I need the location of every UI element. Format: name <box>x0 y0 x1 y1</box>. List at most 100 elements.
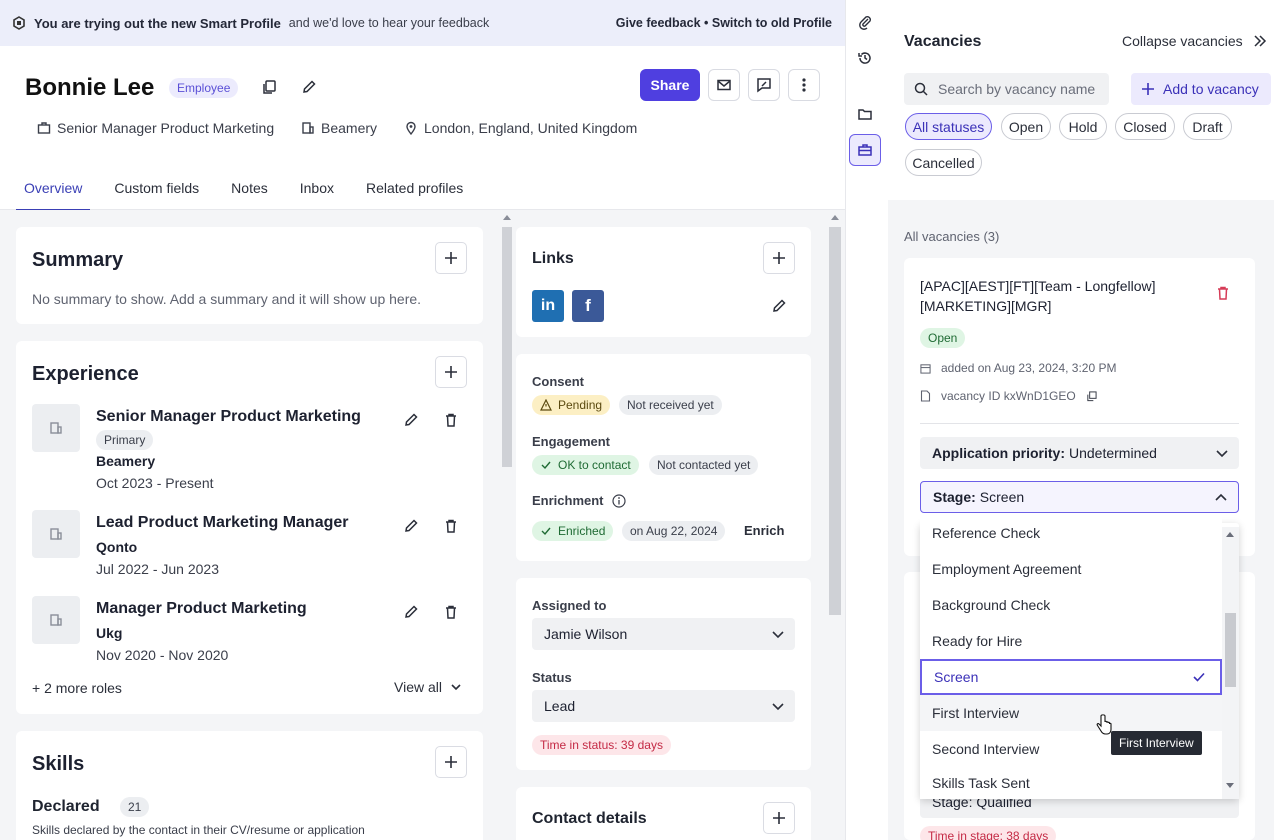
more-options-button[interactable] <box>788 69 820 101</box>
profile-name: Bonnie Lee <box>25 74 155 101</box>
enrichment-status: Enriched <box>558 524 606 538</box>
delete-experience-button[interactable] <box>435 404 467 436</box>
assigned-to-select[interactable]: Jamie Wilson <box>532 618 795 650</box>
status-filter-all[interactable]: All statuses <box>905 113 992 140</box>
calendar-icon <box>920 363 931 374</box>
left-column-scrollbar[interactable] <box>502 227 512 467</box>
pencil-icon <box>771 298 787 314</box>
location-meta: London, England, United Kingdom <box>404 120 637 136</box>
dropdown-scrollbar-thumb[interactable] <box>1225 613 1236 687</box>
edit-experience-button[interactable] <box>395 596 427 628</box>
attachments-button[interactable] <box>849 6 881 38</box>
view-all-button[interactable]: View all <box>394 679 462 695</box>
facebook-icon[interactable]: f <box>572 290 604 322</box>
folders-button[interactable] <box>849 98 881 130</box>
status-filter-cancelled[interactable]: Cancelled <box>905 149 982 176</box>
tab-overview[interactable]: Overview <box>8 170 98 211</box>
stage-option-first-interview[interactable]: First Interview <box>920 695 1222 731</box>
copy-icon[interactable] <box>1086 390 1097 402</box>
company-logo-placeholder <box>32 404 80 452</box>
tab-related-profiles[interactable]: Related profiles <box>350 170 479 210</box>
scroll-up-icon[interactable] <box>1226 531 1234 537</box>
stage-option-ready-for-hire[interactable]: Ready for Hire <box>920 623 1222 659</box>
scroll-up-icon[interactable] <box>503 214 511 220</box>
linkedin-icon[interactable]: in <box>532 290 564 322</box>
assigned-to-label: Assigned to <box>532 598 607 613</box>
consent-sub: Not received yet <box>619 395 722 415</box>
add-to-vacancy-button[interactable]: Add to vacancy <box>1131 73 1271 105</box>
tab-inbox[interactable]: Inbox <box>284 170 350 210</box>
status-label: Status <box>532 670 572 685</box>
vacancies-button[interactable] <box>849 134 881 166</box>
beamery-logo-icon <box>12 16 26 30</box>
share-button[interactable]: Share <box>640 69 700 101</box>
status-filter-hold[interactable]: Hold <box>1059 113 1107 140</box>
remove-vacancy-button[interactable] <box>1207 277 1239 309</box>
experience-company-2: Qonto <box>96 539 138 555</box>
double-chevron-right-icon <box>1253 34 1267 48</box>
scroll-down-icon[interactable] <box>1226 783 1234 789</box>
scroll-up-icon[interactable] <box>831 214 839 220</box>
job-title-meta: Senior Manager Product Marketing <box>37 120 274 136</box>
pencil-icon <box>403 604 419 620</box>
stage-option-skills-task-sent[interactable]: Skills Task Sent <box>920 767 1222 799</box>
copy-button[interactable] <box>253 71 285 103</box>
more-roles-link[interactable]: + 2 more roles <box>32 680 122 696</box>
consent-card: Consent Pending Not received yet Engagem… <box>516 354 811 561</box>
edit-profile-button[interactable] <box>293 71 325 103</box>
company-logo-placeholder <box>32 596 80 644</box>
add-contact-button[interactable] <box>763 802 795 834</box>
experience-title: Experience <box>32 363 139 385</box>
status-filter-open[interactable]: Open <box>1001 113 1051 140</box>
add-experience-button[interactable] <box>435 356 467 388</box>
assigned-to-value: Jamie Wilson <box>544 626 628 642</box>
right-column-scrollbar[interactable] <box>829 227 841 615</box>
status-filter-draft[interactable]: Draft <box>1183 113 1232 140</box>
plus-icon <box>444 755 458 769</box>
feedback-banner: You are trying out the new Smart Profile… <box>0 0 845 46</box>
vacancy-name[interactable]: [APAC][AEST][FT][Team - Longfellow] [MAR… <box>920 276 1155 316</box>
plus-icon <box>772 811 786 825</box>
stage-option-reference-check[interactable]: Reference Check <box>920 515 1222 551</box>
message-button[interactable] <box>748 69 780 101</box>
trash-icon <box>443 518 459 534</box>
profile-tabs: Overview Custom fields Notes Inbox Relat… <box>0 170 845 211</box>
building-icon <box>49 613 63 627</box>
add-skill-button[interactable] <box>435 746 467 778</box>
engagement-status-badge: OK to contact <box>532 455 639 475</box>
add-summary-button[interactable] <box>435 242 467 274</box>
status-select[interactable]: Lead <box>532 690 795 722</box>
stage-option-screen[interactable]: Screen <box>920 659 1222 695</box>
priority-value: Undetermined <box>1069 445 1157 461</box>
collapse-vacancies-button[interactable]: Collapse vacancies <box>1122 33 1267 49</box>
delete-experience-button[interactable] <box>435 596 467 628</box>
edit-experience-button[interactable] <box>395 510 427 542</box>
enrichment-status-badge: Enriched <box>532 521 614 541</box>
history-button[interactable] <box>849 42 881 74</box>
building-icon <box>49 527 63 541</box>
tab-custom-fields[interactable]: Custom fields <box>98 170 215 210</box>
vacancy-added-row: added on Aug 23, 2024, 3:20 PM <box>920 361 1116 375</box>
vacancy-search-input[interactable]: Search by vacancy name <box>938 81 1095 97</box>
stage-option-background-check[interactable]: Background Check <box>920 587 1222 623</box>
edit-links-button[interactable] <box>763 290 795 322</box>
experience-company-1: Beamery <box>96 453 156 469</box>
info-icon[interactable] <box>611 493 626 508</box>
plus-icon <box>772 251 786 265</box>
edit-experience-button[interactable] <box>395 404 427 436</box>
status-filter-closed[interactable]: Closed <box>1115 113 1175 140</box>
tab-notes[interactable]: Notes <box>215 170 284 210</box>
trash-icon <box>1215 285 1231 301</box>
enrich-button[interactable]: Enrich <box>744 523 784 538</box>
vacancy-search[interactable]: Search by vacancy name <box>904 73 1109 105</box>
application-priority-select[interactable]: Application priority: Undetermined <box>920 437 1239 469</box>
stage-option-employment-agreement[interactable]: Employment Agreement <box>920 551 1222 587</box>
banner-actions[interactable]: Give feedback • Switch to old Profile <box>616 16 832 30</box>
contact-details-title: Contact details <box>532 810 647 827</box>
experience-company-3: Ukg <box>96 625 123 641</box>
delete-experience-button[interactable] <box>435 510 467 542</box>
add-link-button[interactable] <box>763 242 795 274</box>
hand-cursor-icon <box>1096 714 1112 736</box>
email-button[interactable] <box>708 69 740 101</box>
stage-select[interactable]: Stage: Screen <box>920 481 1239 513</box>
